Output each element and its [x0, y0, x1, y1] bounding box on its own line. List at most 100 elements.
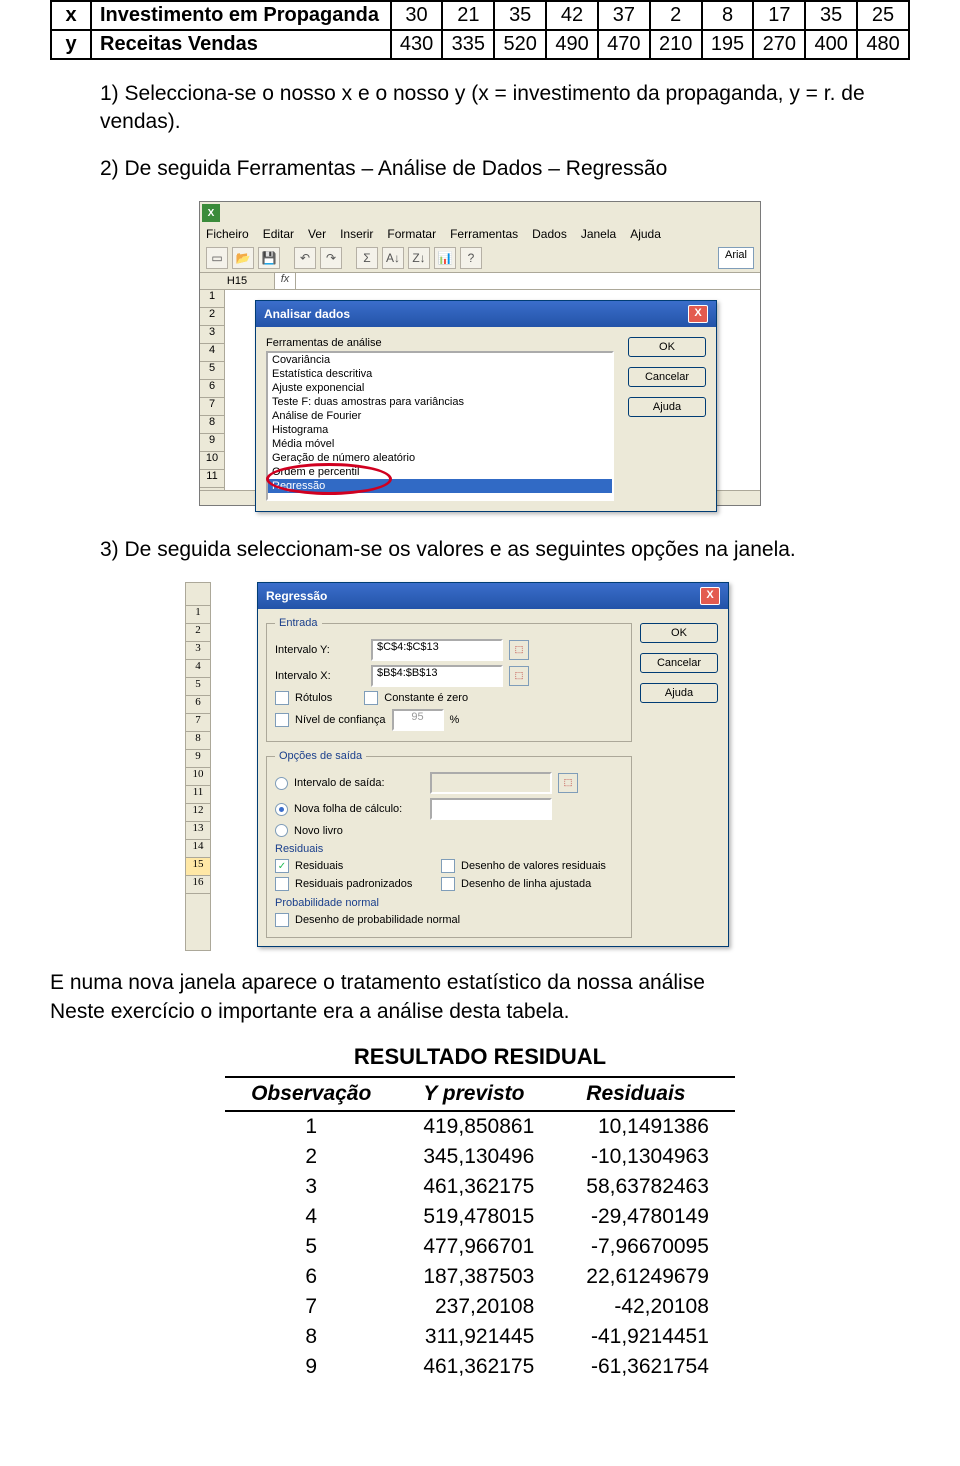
data-table: x Investimento em Propaganda 30 21 35 42… [50, 0, 910, 60]
checkbox-residuais[interactable]: ✓ [275, 859, 289, 873]
list-item[interactable]: Teste F: duas amostras para variâncias [268, 395, 612, 409]
range-picker-icon[interactable]: ⬚ [509, 640, 529, 660]
ok-button[interactable]: OK [628, 337, 706, 357]
menu-formatar[interactable]: Formatar [387, 227, 436, 241]
checkbox-residuais-padr[interactable] [275, 877, 289, 891]
cell: 17 [753, 1, 805, 30]
checkbox-rotulos[interactable] [275, 691, 289, 705]
cell: 335 [442, 30, 494, 59]
cell: 270 [753, 30, 805, 59]
label-novo: Novo livro [294, 825, 343, 837]
step-2: 2) De seguida Ferramentas – Análise de D… [100, 155, 910, 183]
checkbox-nivel-confianca[interactable] [275, 713, 289, 727]
cell: 430 [391, 30, 443, 59]
input-nova-folha[interactable] [430, 798, 552, 820]
list-item[interactable]: Ajuste exponencial [268, 381, 612, 395]
checkbox-desenho-linha[interactable] [441, 877, 455, 891]
step-3: 3) De seguida seleccionam-se os valores … [100, 536, 910, 564]
menu-ficheiro[interactable]: Ficheiro [206, 227, 249, 241]
undo-icon[interactable]: ↶ [294, 247, 316, 269]
dialog-title: Analisar dados [264, 307, 350, 321]
close-icon[interactable]: X [688, 305, 708, 323]
cell: 2 [650, 1, 702, 30]
residuais-heading: Residuais [275, 843, 623, 855]
cell: 195 [702, 30, 754, 59]
radio-novo-livro[interactable] [275, 824, 288, 837]
redo-icon[interactable]: ↷ [320, 247, 342, 269]
menubar[interactable]: Ficheiro Editar Ver Inserir Formatar Fer… [200, 224, 760, 244]
menu-ferramentas[interactable]: Ferramentas [450, 227, 518, 241]
list-item[interactable]: Histograma [268, 423, 612, 437]
list-item[interactable]: Média móvel [268, 437, 612, 451]
label-rotulos: Rótulos [295, 692, 332, 704]
label-intervalo-x: Intervalo X: [275, 670, 365, 682]
menu-janela[interactable]: Janela [581, 227, 616, 241]
radio-intervalo-saida[interactable] [275, 777, 288, 790]
fx-icon[interactable]: fx [275, 273, 296, 289]
menu-ajuda[interactable]: Ajuda [630, 227, 661, 241]
cell: 21 [442, 1, 494, 30]
cell: 25 [857, 1, 909, 30]
row-label: Receitas Vendas [91, 30, 391, 59]
analysis-listbox[interactable]: Covariância Estatística descritiva Ajust… [266, 351, 614, 501]
probn-heading: Probabilidade normal [275, 897, 623, 909]
help-button[interactable]: Ajuda [640, 683, 718, 703]
save-icon[interactable]: 💾 [258, 247, 280, 269]
open-icon[interactable]: 📂 [232, 247, 254, 269]
excel-window-analisar: X Ficheiro Editar Ver Inserir Formatar F… [199, 201, 761, 506]
label-residuais: Residuais [295, 860, 435, 872]
list-item[interactable]: Estatística descritiva [268, 367, 612, 381]
list-item[interactable]: Geração de número aleatório [268, 451, 612, 465]
cancel-button[interactable]: Cancelar [640, 653, 718, 673]
step-1: 1) Selecciona-se o nosso x e o nosso y (… [100, 80, 910, 137]
label-nova: Nova folha de cálculo: [294, 803, 424, 815]
radio-nova-folha[interactable] [275, 803, 288, 816]
name-box[interactable]: H15 [200, 273, 275, 289]
sum-icon[interactable]: Σ [356, 247, 378, 269]
row-headers: 123 456 789 1011 [200, 290, 225, 490]
help-icon[interactable]: ? [460, 247, 482, 269]
checkbox-constante-zero[interactable] [364, 691, 378, 705]
input-conf[interactable]: 95 [392, 709, 444, 731]
row-headers: 123 456 789 101112 1314 1516 [185, 582, 211, 951]
col-y-previsto: Y previsto [397, 1077, 560, 1111]
cell: 210 [650, 30, 702, 59]
menu-ver[interactable]: Ver [308, 227, 326, 241]
list-item[interactable]: Ordem e percentil [268, 465, 612, 479]
menu-inserir[interactable]: Inserir [340, 227, 373, 241]
range-picker-icon[interactable]: ⬚ [558, 773, 578, 793]
after-text: E numa nova janela aparece o tratamento … [50, 969, 910, 1026]
cell: 400 [805, 30, 857, 59]
excel-window-regressao: 123 456 789 101112 1314 1516 Regressão X… [185, 582, 775, 951]
formula-bar[interactable] [296, 273, 760, 289]
chart-icon[interactable]: 📊 [434, 247, 456, 269]
new-icon[interactable]: ▭ [206, 247, 228, 269]
sort-asc-icon[interactable]: A↓ [382, 247, 404, 269]
analisar-dados-dialog: Analisar dados X Ferramentas de análise … [255, 300, 717, 512]
excel-app-icon: X [202, 204, 220, 222]
font-selector[interactable]: Arial [718, 247, 754, 269]
regressao-dialog: Regressão X Entrada Intervalo Y: $C$4:$C… [257, 582, 729, 947]
help-button[interactable]: Ajuda [628, 397, 706, 417]
checkbox-desenho-residuais[interactable] [441, 859, 455, 873]
label-res-padr: Residuais padronizados [295, 878, 435, 890]
cell: 490 [546, 30, 598, 59]
label-interv: Intervalo de saída: [294, 777, 424, 789]
label-desenho-linha: Desenho de linha ajustada [461, 878, 591, 890]
cell: 480 [857, 30, 909, 59]
range-picker-icon[interactable]: ⬚ [509, 666, 529, 686]
ok-button[interactable]: OK [640, 623, 718, 643]
label-conf: Nível de confiança [295, 714, 386, 726]
sort-desc-icon[interactable]: Z↓ [408, 247, 430, 269]
checkbox-desenho-prob-normal[interactable] [275, 913, 289, 927]
list-item-selected[interactable]: Regressão [268, 479, 612, 493]
cancel-button[interactable]: Cancelar [628, 367, 706, 387]
list-item[interactable]: Covariância [268, 353, 612, 367]
list-item[interactable]: Análise de Fourier [268, 409, 612, 423]
close-icon[interactable]: X [700, 587, 720, 605]
menu-dados[interactable]: Dados [532, 227, 567, 241]
input-intervalo-x[interactable]: $B$4:$B$13 [371, 665, 503, 687]
entrada-group: Entrada Intervalo Y: $C$4:$C$13 ⬚ Interv… [266, 617, 632, 742]
menu-editar[interactable]: Editar [263, 227, 294, 241]
input-intervalo-y[interactable]: $C$4:$C$13 [371, 639, 503, 661]
